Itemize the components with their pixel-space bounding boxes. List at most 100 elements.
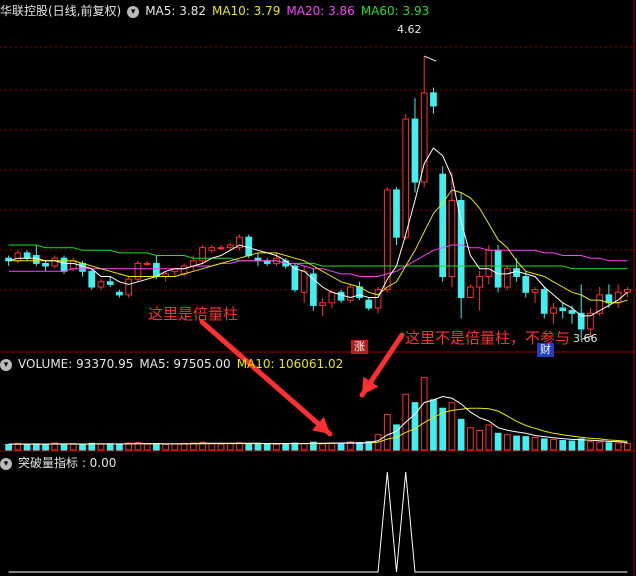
candle-body [522,276,530,293]
stock-chart-window: 华联控股(日线,前复权) ▾ MA5: 3.82 MA10: 3.79 MA20: 3.… [0,0,636,576]
candle-body [60,257,68,272]
volume-bar [540,438,548,451]
indicator-value: 突破量指标 : 0.00 [18,456,117,470]
volume-bar [577,438,585,451]
volume-bar [60,444,68,451]
volume-bar [614,442,622,451]
volume-bar [605,442,613,451]
volume-bar [217,443,225,451]
volume-bar [153,443,160,451]
volume-bar [559,440,567,451]
volume-bar [32,443,40,451]
candle-body [430,92,437,107]
candle-body [14,252,22,262]
volume-bar [457,418,465,451]
candle-body [559,307,567,312]
volume-bar [162,443,169,451]
volume-bar [513,435,520,451]
candle-body [568,310,576,314]
candle-body [457,199,465,299]
volume-bar [42,443,49,451]
ma20-value: MA20: 3.86 [286,4,355,18]
ma60-line [8,244,628,270]
candle-body [116,291,123,296]
volume-bar [476,430,483,451]
volume-bar [300,442,308,451]
candle-body [420,92,428,183]
annotation-double-volume: 这里是倍量柱 [148,305,239,323]
low-price-label: 3.66 [573,332,598,345]
volume-bar [79,443,86,451]
candle-body [624,289,631,293]
candle-body [513,268,520,278]
volume-header: ▾ VOLUME: 93370.95 MA5: 97505.00 MA10: 1060… [0,355,349,373]
volume-value: VOLUME: 93370.95 [18,357,134,371]
volume-bar [439,407,447,451]
finance-tag: 财 [537,343,554,357]
volume-bar [411,402,419,451]
volume-bar [485,424,493,451]
candle-body [88,270,96,288]
volume-bar [97,443,105,451]
price-header: 华联控股(日线,前复权) ▾ MA5: 3.82 MA10: 3.79 MA20: 3.… [0,2,435,20]
volume-bar [430,399,437,451]
volume-bar [106,443,114,451]
indicator-signal-line [8,471,628,573]
volume-bar [587,441,594,451]
candle-body [439,173,447,278]
volume-bar [171,443,179,451]
candle-body [32,255,40,264]
volume-bars [5,377,631,451]
candle-body [605,294,613,304]
candle-body [153,262,160,278]
volume-bar [319,443,326,451]
candle-body [51,257,59,267]
volume-bar [522,436,530,451]
volume-bar [208,443,216,451]
volume-bar [226,443,234,451]
candle-body [199,247,206,262]
volume-menu-icon[interactable]: ▾ [0,358,12,371]
indicator-line [8,471,628,573]
stock-title: 华联控股(日线,前复权) [0,4,122,18]
candle-body [245,236,253,257]
volume-bar [624,443,631,451]
price-gridlines [0,0,636,576]
candle-body [79,262,86,272]
volume-bar [273,443,280,451]
candle-body [346,286,354,301]
volume-bar [596,441,604,451]
volume-bar [550,438,557,451]
candle-body [319,302,326,306]
candle-body [217,247,225,250]
candle-body [531,289,539,293]
candle-body [467,286,474,299]
volume-bar [531,436,539,451]
volume-bar [116,444,123,451]
candle-body [402,118,410,238]
volume-bar [263,443,271,451]
candle-body [550,307,557,314]
indicator-menu-icon[interactable]: ▾ [0,457,12,470]
candle-body [226,244,234,249]
high-price-label: 4.62 [397,23,422,36]
volume-bar [503,434,511,451]
indicator-header: ▾ 突破量指标 : 0.00 [0,454,122,472]
volume-bar [282,443,290,451]
candle-body [328,291,336,304]
volume-bar [494,432,502,451]
candle-body [494,249,502,288]
candle-body [503,268,511,288]
candle-body [97,281,105,288]
candle-body [208,247,216,251]
settings-circle-icon[interactable]: ▾ [127,5,140,18]
candle-body [411,118,419,183]
volume-bar [23,444,31,451]
ma10-value: MA10: 3.79 [211,4,281,18]
volume-bar [5,443,12,451]
ma5-value: MA5: 3.82 [145,4,206,18]
high-marker [424,55,437,62]
volume-bar [420,377,428,451]
limit-up-tag: 涨 [351,340,368,354]
arrow-to-double-volume [199,319,333,437]
